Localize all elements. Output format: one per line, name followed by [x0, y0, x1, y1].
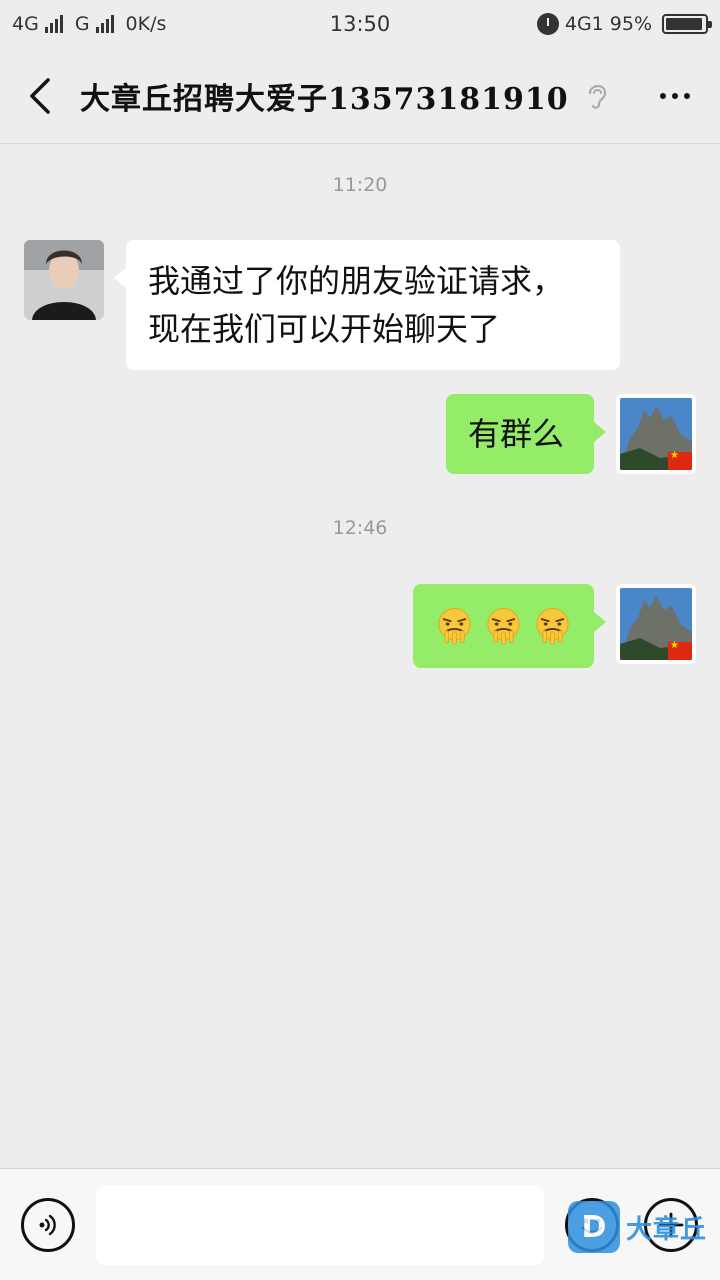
outgoing-emoji-bubble[interactable] — [413, 584, 606, 668]
dot — [660, 92, 666, 99]
emoji-button[interactable] — [565, 1198, 619, 1252]
voice-button[interactable] — [21, 1198, 75, 1252]
chevron-left-icon — [30, 77, 50, 114]
drooling-face-icon — [438, 607, 471, 646]
plus-button[interactable] — [644, 1198, 698, 1252]
signal-icon — [95, 15, 114, 33]
network-label-1: 4G — [12, 13, 39, 35]
chat-title: 大章丘招聘大爱子13573181910 — [80, 81, 569, 117]
status-left: 4G G 0K/s — [12, 13, 166, 35]
timestamp: 11:20 — [332, 174, 388, 196]
status-bar: 4G G 0K/s 13:50 4G1 95% — [0, 0, 720, 48]
network-label-2: G — [74, 13, 90, 35]
message-input[interactable] — [96, 1185, 544, 1265]
chat-header: 大章丘招聘大爱子13573181910 — [0, 48, 720, 144]
emoji-row — [413, 584, 594, 668]
network-label-3: 4G1 — [564, 13, 604, 35]
outgoing-message-bubble[interactable]: 有群么 — [446, 394, 606, 474]
flag-icon — [668, 640, 692, 660]
emoji-icon — [581, 1218, 603, 1234]
drooling-face-icon — [487, 607, 520, 646]
ear-icon — [588, 84, 607, 109]
dot — [684, 92, 690, 99]
plus-icon — [658, 1212, 684, 1238]
back-button[interactable] — [0, 48, 80, 144]
self-avatar[interactable] — [616, 394, 696, 474]
more-options-button[interactable] — [630, 48, 720, 144]
battery-percent: 95% — [609, 13, 652, 35]
signal-icon — [44, 15, 63, 33]
battery-fill — [666, 18, 702, 30]
status-right: 4G1 95% — [536, 13, 712, 35]
message-line: 现在我们可以开始聊天了 — [148, 310, 501, 348]
incoming-message-bubble[interactable]: 我通过了你的朋友验证请求， 现在我们可以开始聊天了 — [114, 240, 620, 370]
self-avatar[interactable] — [616, 584, 696, 664]
voice-icon — [39, 1214, 56, 1236]
alarm-icon — [536, 13, 559, 35]
message-text: 有群么 — [468, 415, 565, 453]
drooling-face-icon — [536, 607, 569, 646]
timestamp: 12:46 — [332, 517, 388, 539]
flag-icon — [668, 450, 692, 470]
battery-icon — [662, 14, 712, 34]
input-bar: D 大章丘 — [0, 1168, 720, 1280]
contact-avatar[interactable] — [24, 240, 104, 320]
dot — [672, 92, 678, 99]
message-line: 我通过了你的朋友验证请求， — [148, 262, 565, 300]
person-avatar-icon — [24, 240, 104, 320]
network-speed: 0K/s — [125, 13, 167, 35]
